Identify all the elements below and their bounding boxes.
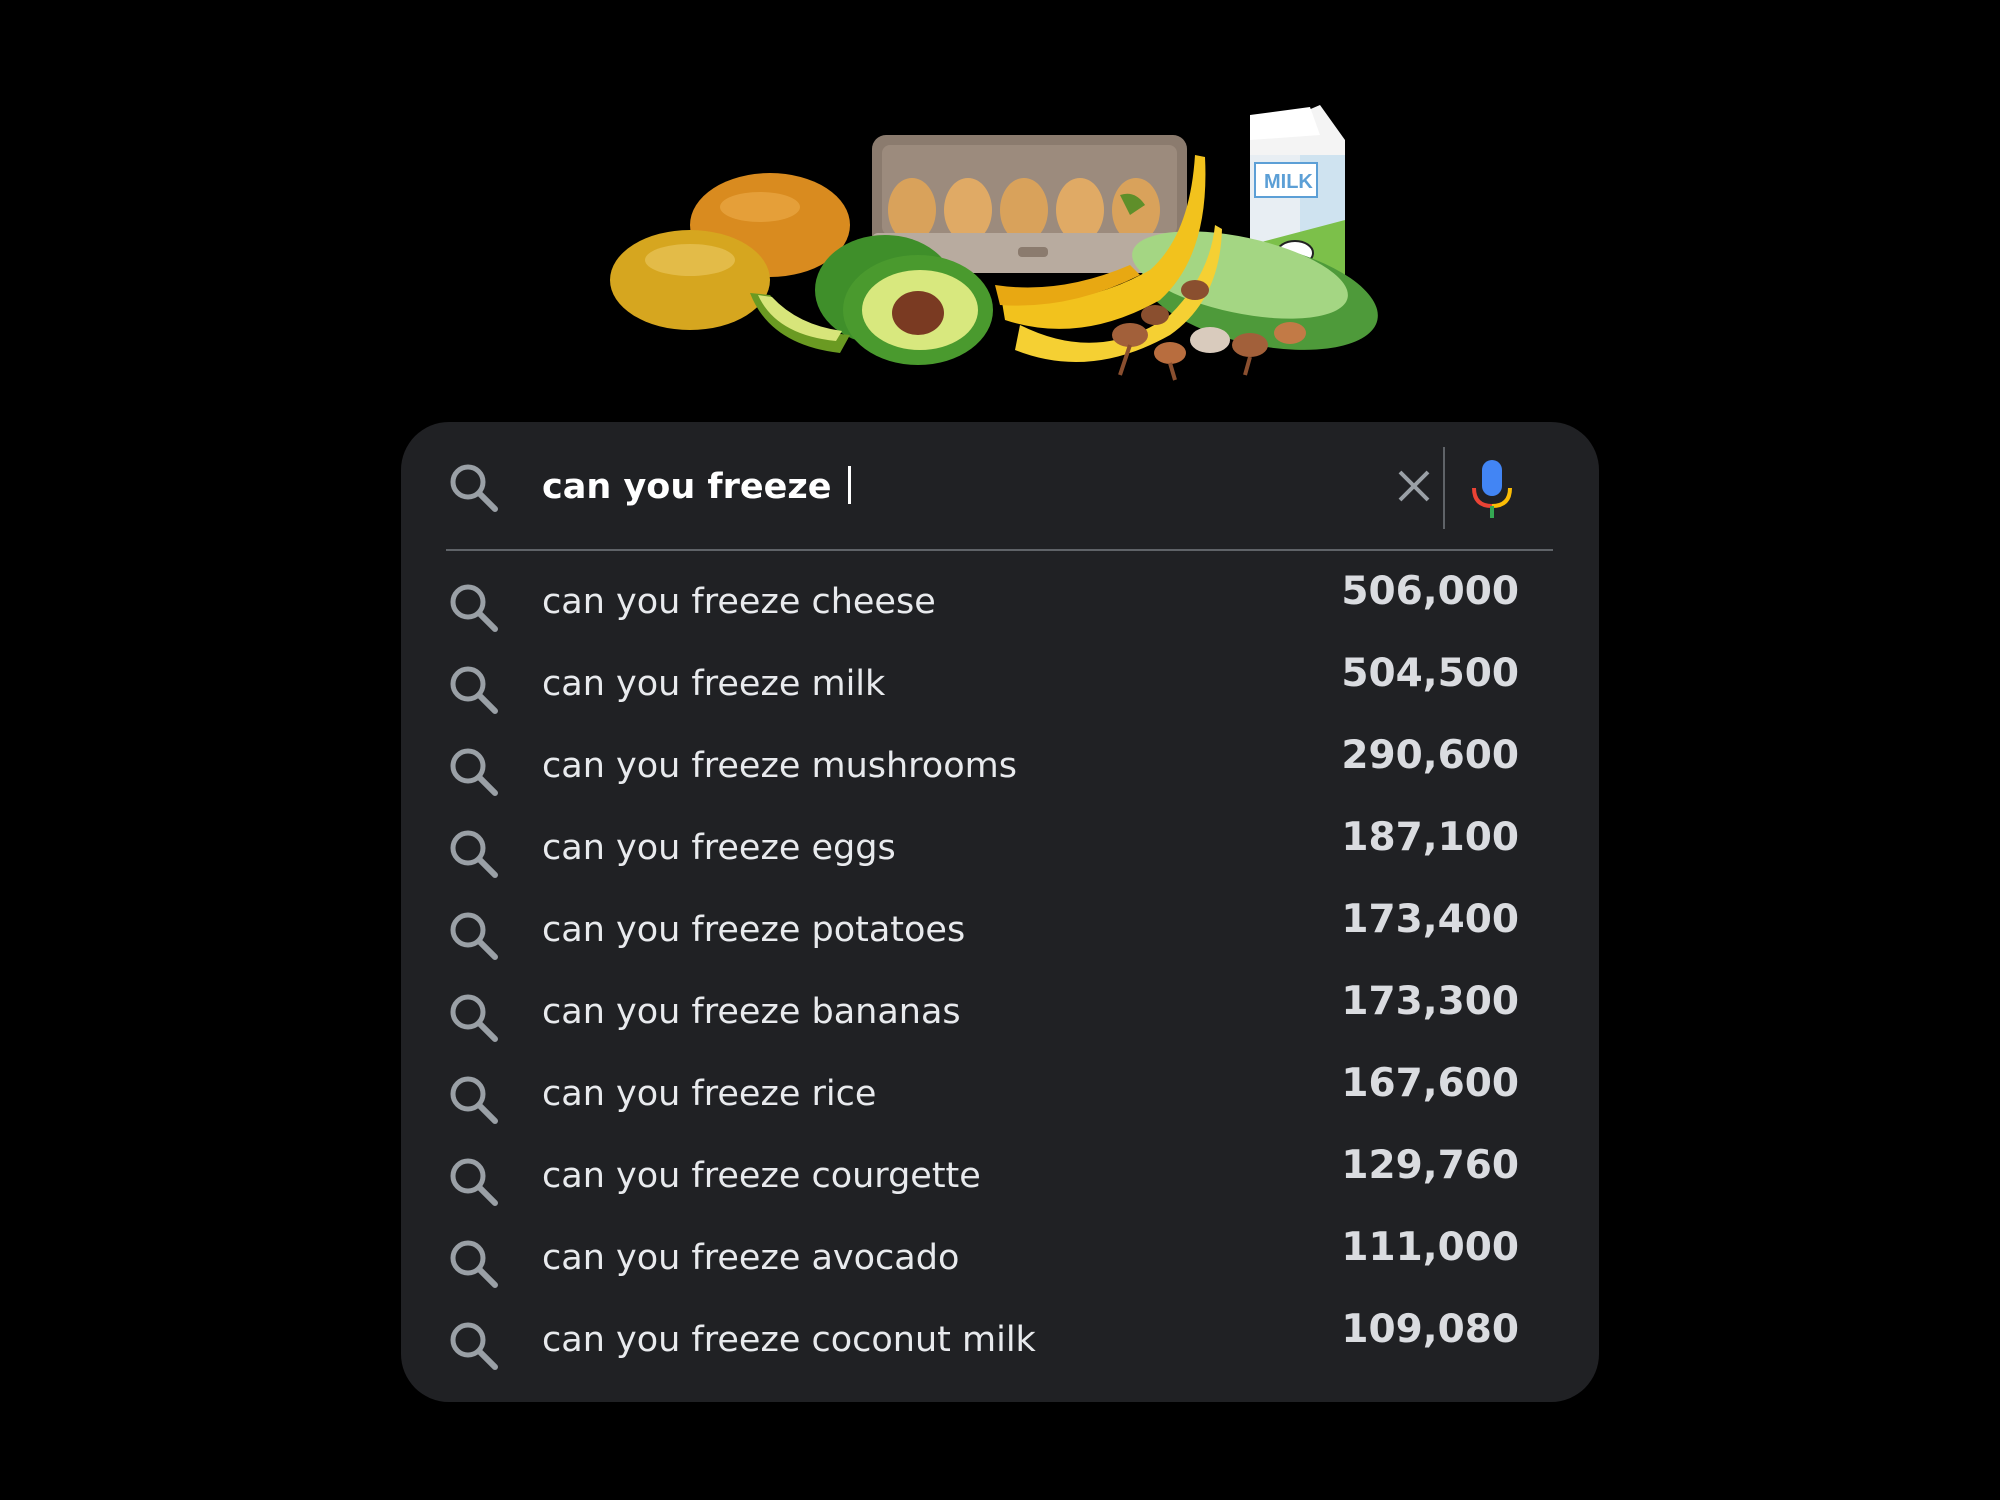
close-icon[interactable] — [1392, 464, 1436, 508]
suggestion-item[interactable]: can you freeze coconut milk 109,080 — [446, 1301, 1519, 1383]
suggestion-text: can you freeze cheese — [542, 582, 936, 622]
suggestion-text: can you freeze courgette — [542, 1156, 981, 1196]
suggestion-item[interactable]: can you freeze potatoes 173,400 — [446, 891, 1519, 973]
suggestion-text: can you freeze avocado — [542, 1238, 960, 1278]
suggestion-text: can you freeze coconut milk — [542, 1320, 1036, 1360]
search-volume: 506,000 — [1341, 569, 1519, 614]
suggestion-text: can you freeze mushrooms — [542, 746, 1017, 786]
suggestion-list: can you freeze cheese 506,000 can you free… — [446, 563, 1519, 1383]
potato-icon — [610, 173, 850, 330]
search-icon — [450, 666, 498, 714]
search-icon — [450, 584, 498, 632]
suggestion-item[interactable]: can you freeze milk 504,500 — [446, 645, 1519, 727]
mic-icon[interactable] — [1467, 458, 1517, 520]
search-volume: 187,100 — [1341, 815, 1519, 860]
suggestion-text: can you freeze potatoes — [542, 910, 966, 950]
search-icon — [450, 748, 498, 796]
divider — [1443, 447, 1445, 529]
search-icon — [450, 994, 498, 1042]
suggestion-text: can you freeze rice — [542, 1074, 877, 1114]
search-volume: 111,000 — [1341, 1225, 1519, 1270]
suggestion-item[interactable]: can you freeze bananas 173,300 — [446, 973, 1519, 1055]
suggestion-text: can you freeze eggs — [542, 828, 896, 868]
search-volume: 290,600 — [1341, 733, 1519, 778]
suggestion-item[interactable]: can you freeze eggs 187,100 — [446, 809, 1519, 891]
search-panel: can you freeze can you freeze cheese 506,… — [401, 422, 1599, 1402]
suggestion-item[interactable]: can you freeze mushrooms 290,600 — [446, 727, 1519, 809]
suggestion-item[interactable]: can you freeze avocado 111,000 — [446, 1219, 1519, 1301]
search-icon — [450, 464, 498, 512]
search-icon — [450, 1076, 498, 1124]
search-input[interactable]: can you freeze — [542, 462, 851, 512]
suggestion-item[interactable]: can you freeze rice 167,600 — [446, 1055, 1519, 1137]
search-query-text: can you freeze — [542, 467, 844, 507]
suggestion-item[interactable]: can you freeze cheese 506,000 — [446, 563, 1519, 645]
search-volume: 167,600 — [1341, 1061, 1519, 1106]
milk-carton-label: MILK — [1264, 171, 1313, 193]
suggestion-text: can you freeze bananas — [542, 992, 961, 1032]
search-icon — [450, 1158, 498, 1206]
suggestion-text: can you freeze milk — [542, 664, 886, 704]
search-icon — [450, 830, 498, 878]
search-volume: 504,500 — [1341, 651, 1519, 696]
search-volume: 173,400 — [1341, 897, 1519, 942]
search-volume: 173,300 — [1341, 979, 1519, 1024]
search-volume: 129,760 — [1341, 1143, 1519, 1188]
search-icon — [450, 1322, 498, 1370]
suggestion-item[interactable]: can you freeze courgette 129,760 — [446, 1137, 1519, 1219]
food-illustration: MILK — [610, 105, 1378, 381]
search-icon — [450, 912, 498, 960]
text-caret — [847, 466, 851, 504]
search-volume: 109,080 — [1341, 1307, 1519, 1352]
search-icon — [450, 1240, 498, 1288]
search-bar[interactable]: can you freeze — [446, 422, 1553, 551]
